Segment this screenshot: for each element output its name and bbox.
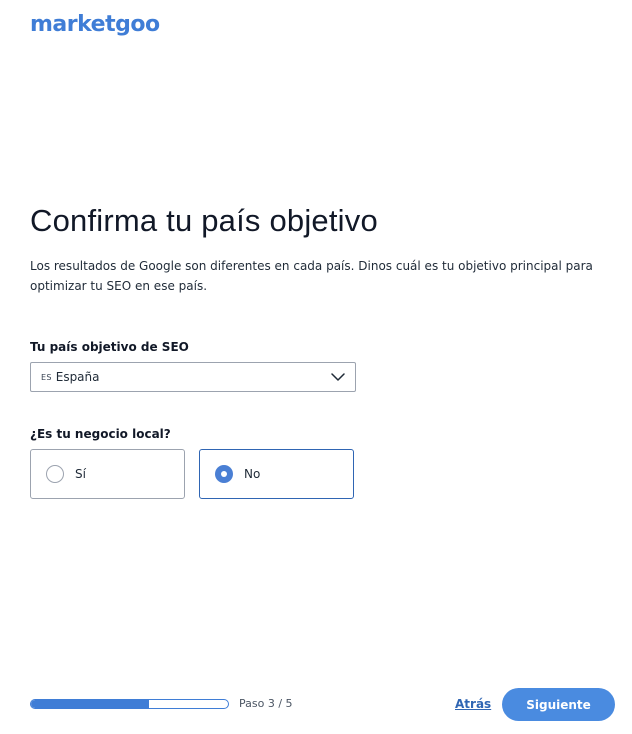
local-business-option-si[interactable]: Sí bbox=[30, 449, 185, 499]
onboarding-page: marketgoo Confirma tu país objetivo Los … bbox=[0, 0, 632, 734]
progress-bar bbox=[30, 699, 229, 709]
spain-flag-icon: ES bbox=[41, 372, 52, 382]
radio-selected-icon[interactable] bbox=[215, 465, 233, 483]
radio-unselected-icon[interactable] bbox=[46, 465, 64, 483]
local-business-label: ¿Es tu negocio local? bbox=[30, 427, 171, 441]
country-field-label: Tu país objetivo de SEO bbox=[30, 340, 189, 354]
page-description: Los resultados de Google son diferentes … bbox=[30, 259, 593, 293]
progress-bar-fill bbox=[31, 700, 150, 708]
next-button[interactable]: Siguiente bbox=[502, 688, 615, 721]
option-label-no: No bbox=[244, 467, 261, 481]
chevron-down-icon bbox=[331, 373, 345, 381]
marketgoo-logo: marketgoo bbox=[30, 12, 160, 37]
country-select-value: España bbox=[55, 370, 100, 384]
page-title: Confirma tu país objetivo bbox=[30, 203, 378, 238]
local-business-option-no[interactable]: No bbox=[199, 449, 354, 499]
back-link[interactable]: Atrás bbox=[455, 697, 491, 711]
step-indicator: Paso 3 / 5 bbox=[239, 697, 293, 710]
option-label-si: Sí bbox=[75, 467, 86, 481]
country-select[interactable]: ES España bbox=[30, 362, 356, 392]
